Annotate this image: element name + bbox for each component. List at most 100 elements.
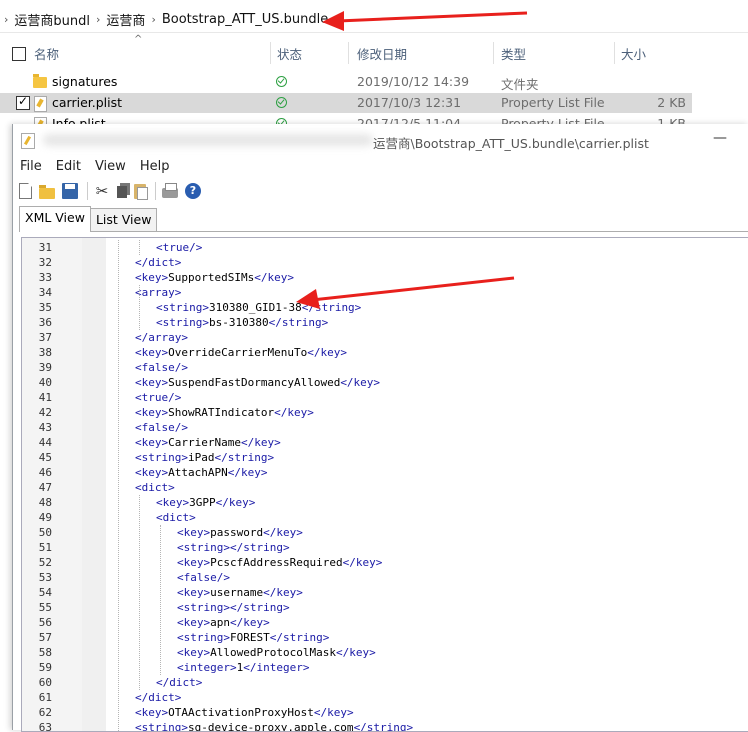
code-text: <false/>: [177, 570, 230, 585]
code-line[interactable]: 58 <key>AllowedProtocolMask</key>: [22, 645, 748, 660]
xml-tag: <string>: [156, 301, 209, 314]
code-line[interactable]: 34 <array>: [22, 285, 748, 300]
xml-tag: </string>: [268, 316, 329, 329]
code-line[interactable]: 48 <key>3GPP</key>: [22, 495, 748, 510]
xml-code-editor[interactable]: 31 <true/> 32 </dict> 33 <key>SupportedSIMs</…: [21, 237, 748, 732]
code-line[interactable]: 57 <string>FOREST</string>: [22, 630, 748, 645]
code-text: <key>CarrierName</key>: [135, 435, 281, 450]
tab-xml-view[interactable]: XML View: [19, 206, 91, 232]
xml-value: password: [210, 526, 264, 539]
chevron-right-icon: ›: [151, 12, 156, 26]
code-line[interactable]: 59 <integer>1</integer>: [22, 660, 748, 675]
menu-file[interactable]: File: [13, 156, 49, 178]
code-line[interactable]: 62 <key>OTAActivationProxyHost</key>: [22, 705, 748, 720]
row-checkbox[interactable]: [16, 94, 30, 110]
menu-help[interactable]: Help: [133, 156, 177, 178]
xml-value: OTAActivationProxyHost: [168, 706, 314, 719]
xml-tag: </dict>: [135, 256, 182, 269]
breadcrumb-item-bundle[interactable]: Bootstrap_ATT_US.bundle: [162, 12, 328, 27]
xml-value: AllowedProtocolMask: [210, 646, 336, 659]
code-text: <dict>: [135, 480, 175, 495]
menu-view[interactable]: View: [88, 156, 133, 178]
code-line[interactable]: 39 <false/>: [22, 360, 748, 375]
code-line[interactable]: 50 <key>password</key>: [22, 525, 748, 540]
print-icon[interactable]: [162, 183, 178, 198]
file-type: Property List File: [501, 95, 605, 110]
code-text: <string>iPad</string>: [135, 450, 274, 465]
help-icon[interactable]: ?: [185, 183, 201, 199]
code-line[interactable]: 56 <key>apn</key>: [22, 615, 748, 630]
title-bar[interactable]: 运营商\Bootstrap_ATT_US.bundle\carrier.plis…: [13, 124, 748, 156]
xml-tag: <dict>: [156, 511, 196, 524]
menu-bar: File Edit View Help: [13, 156, 748, 178]
new-file-icon[interactable]: [19, 183, 32, 199]
code-line[interactable]: 60 </dict>: [22, 675, 748, 690]
code-line[interactable]: 54 <key>username</key>: [22, 585, 748, 600]
column-header-status[interactable]: 状态: [277, 44, 302, 63]
open-folder-icon[interactable]: [39, 184, 55, 199]
code-line[interactable]: 35 <string>310380_GID1-38</string>: [22, 300, 748, 315]
column-divider[interactable]: [348, 42, 349, 64]
xml-tag: </key>: [340, 376, 381, 389]
code-line[interactable]: 61 </dict>: [22, 690, 748, 705]
tab-panel-border: [19, 231, 748, 232]
code-text: <string>bs-310380</string>: [156, 315, 328, 330]
code-line[interactable]: 40 <key>SuspendFastDormancyAllowed</key>: [22, 375, 748, 390]
file-row-carrier-plist[interactable]: carrier.plist 2017/10/3 12:31 Property L…: [0, 93, 692, 113]
minimize-button[interactable]: —: [713, 130, 727, 146]
xml-value: iPad: [187, 451, 215, 464]
paste-icon[interactable]: [134, 183, 148, 200]
window-title: 运营商\Bootstrap_ATT_US.bundle\carrier.plis…: [373, 136, 649, 151]
code-line[interactable]: 44 <key>CarrierName</key>: [22, 435, 748, 450]
file-row-signatures[interactable]: signatures 2019/10/12 14:39 文件夹: [0, 72, 692, 92]
cut-icon[interactable]: ✂: [94, 183, 110, 199]
breadcrumb-item-carrier[interactable]: 运营商: [106, 10, 145, 29]
code-line[interactable]: 37 </array>: [22, 330, 748, 345]
column-header-modified[interactable]: 修改日期: [357, 44, 407, 63]
breadcrumb-item-carrier-bundle[interactable]: 运营商bundl: [14, 10, 90, 29]
xml-tag: </dict>: [135, 691, 182, 704]
xml-value: OverrideCarrierMenuTo: [168, 346, 308, 359]
code-line[interactable]: 41 <true/>: [22, 390, 748, 405]
line-number: 37: [38, 331, 52, 344]
code-line[interactable]: 51 <string></string>: [22, 540, 748, 555]
code-line[interactable]: 49 <dict>: [22, 510, 748, 525]
xml-tag: </key>: [263, 586, 303, 599]
code-line[interactable]: 47 <dict>: [22, 480, 748, 495]
save-icon[interactable]: [62, 183, 78, 199]
code-line[interactable]: 31 <true/>: [22, 240, 748, 255]
code-text: </dict>: [156, 675, 202, 690]
column-header-name[interactable]: 名称: [34, 44, 59, 63]
select-all-checkbox[interactable]: [12, 47, 26, 61]
column-header-type[interactable]: 类型: [501, 44, 526, 63]
xml-value: AttachAPN: [168, 466, 228, 479]
folder-icon: [33, 74, 47, 88]
code-line[interactable]: 38 <key>OverrideCarrierMenuTo</key>: [22, 345, 748, 360]
column-header-size[interactable]: 大小: [621, 44, 646, 63]
code-line[interactable]: 33 <key>SupportedSIMs</key>: [22, 270, 748, 285]
tab-list-view[interactable]: List View: [89, 208, 158, 232]
code-line[interactable]: 63 <string>sg-device-proxy.apple.com</str…: [22, 720, 748, 732]
code-line[interactable]: 46 <key>AttachAPN</key>: [22, 465, 748, 480]
xml-tag: <string>: [135, 721, 188, 732]
code-line[interactable]: 32 </dict>: [22, 255, 748, 270]
xml-value: bs-310380: [208, 316, 269, 329]
code-line[interactable]: 43 <false/>: [22, 420, 748, 435]
code-text: <key>password</key>: [177, 525, 303, 540]
copy-icon[interactable]: [117, 186, 127, 198]
line-number: 46: [38, 466, 52, 479]
code-text: <true/>: [135, 390, 181, 405]
code-line[interactable]: 36 <string>bs-310380</string>: [22, 315, 748, 330]
code-text: <true/>: [156, 240, 202, 255]
column-divider[interactable]: [493, 42, 494, 64]
toolbar-separator: [87, 182, 88, 200]
menu-edit[interactable]: Edit: [49, 156, 88, 178]
code-line[interactable]: 45 <string>iPad</string>: [22, 450, 748, 465]
code-line[interactable]: 53 <false/>: [22, 570, 748, 585]
line-number: 48: [38, 496, 52, 509]
code-line[interactable]: 42 <key>ShowRATIndicator</key>: [22, 405, 748, 420]
column-divider[interactable]: [614, 42, 615, 64]
column-divider[interactable]: [270, 42, 271, 64]
code-line[interactable]: 52 <key>PcscfAddressRequired</key>: [22, 555, 748, 570]
code-line[interactable]: 55 <string></string>: [22, 600, 748, 615]
